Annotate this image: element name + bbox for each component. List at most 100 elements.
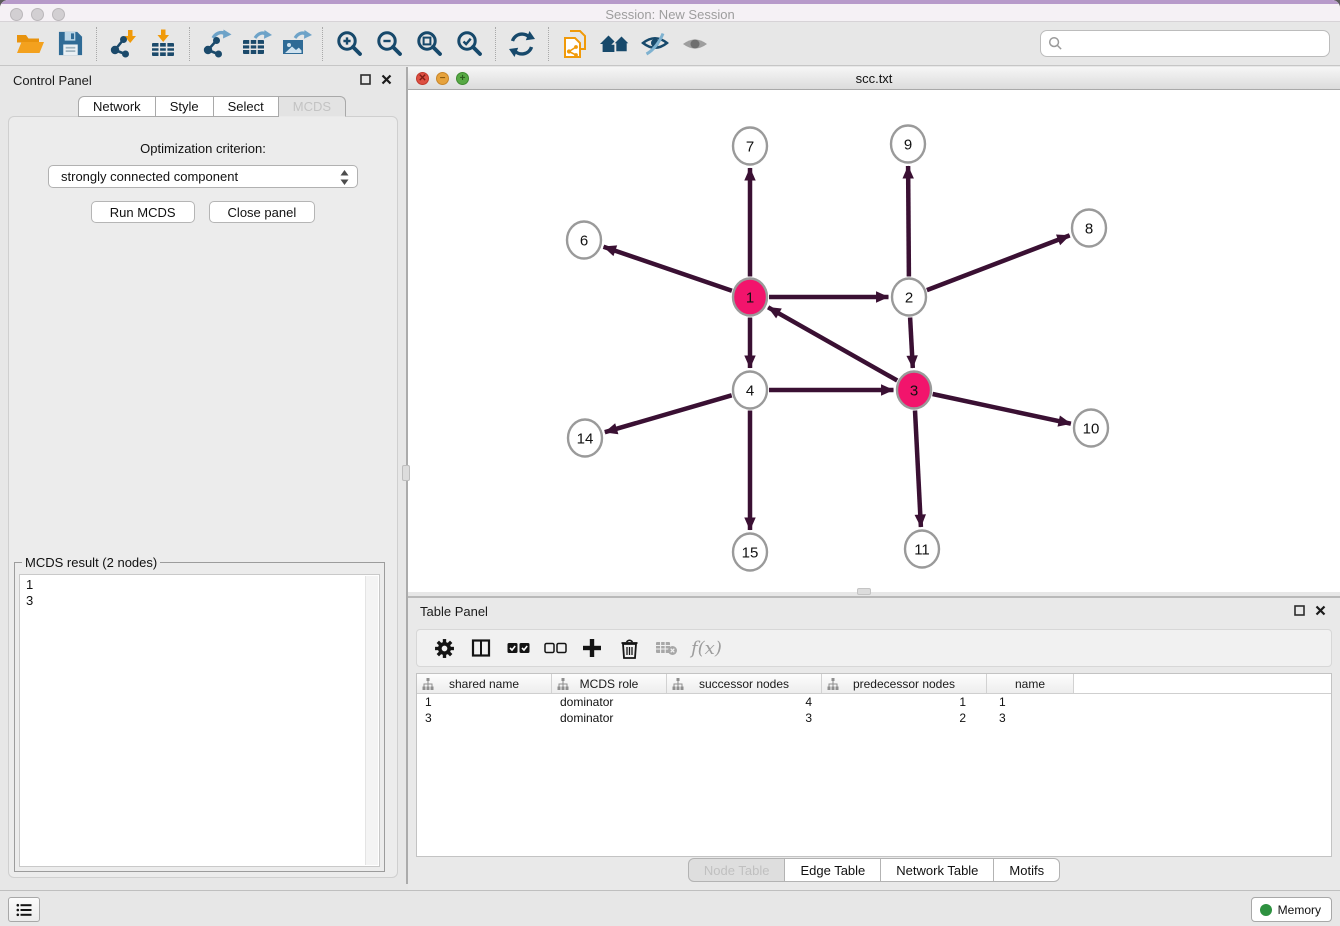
view-splitter-handle[interactable]	[857, 588, 871, 595]
node-15[interactable]: 15	[733, 534, 767, 571]
edge-3-1[interactable]	[768, 307, 897, 380]
add-column-button[interactable]	[578, 634, 606, 662]
table-settings-button[interactable]	[430, 634, 458, 662]
column-header-predecessor-nodes[interactable]: predecessor nodes	[822, 674, 987, 693]
node-2[interactable]: 2	[892, 279, 926, 316]
node-10[interactable]: 10	[1074, 410, 1108, 447]
node-8[interactable]: 8	[1072, 210, 1106, 247]
function-builder-button[interactable]: f(x)	[689, 638, 722, 659]
select-all-columns-button[interactable]	[504, 634, 532, 662]
table-cell: 1	[417, 694, 552, 710]
export-network-button[interactable]	[196, 26, 236, 62]
node-4[interactable]: 4	[733, 372, 767, 409]
network-canvas[interactable]: 1 2 3 4 6 7 8 9 10 11 14 15	[408, 90, 1340, 592]
table-cell: 2	[822, 710, 987, 726]
column-header-shared-name[interactable]: shared name	[417, 674, 552, 693]
delete-table-button[interactable]	[652, 634, 680, 662]
table-panel-tabs: Node TableEdge TableNetwork TableMotifs	[408, 858, 1340, 882]
svg-text:10: 10	[1083, 421, 1100, 438]
export-network-icon	[200, 29, 232, 59]
export-table-icon	[240, 29, 272, 59]
svg-text:9: 9	[904, 137, 912, 154]
result-scrollbar[interactable]	[365, 576, 378, 865]
edge-4-14[interactable]	[605, 395, 732, 432]
tab-mcds[interactable]: MCDS	[279, 96, 346, 117]
node-11[interactable]: 11	[905, 531, 939, 568]
table-row[interactable]: 3dominator323	[417, 710, 1331, 726]
svg-text:3: 3	[910, 383, 918, 400]
refresh-network-button[interactable]	[502, 26, 542, 62]
zoom-out-button[interactable]	[369, 26, 409, 62]
memory-button[interactable]: Memory	[1251, 897, 1332, 922]
import-network-button[interactable]	[103, 26, 143, 62]
import-table-button[interactable]	[143, 26, 183, 62]
hide-panel-button[interactable]	[635, 26, 675, 62]
column-header-MCDS-role[interactable]: MCDS role	[552, 674, 667, 693]
node-3[interactable]: 3	[897, 372, 931, 409]
tab-edge-table[interactable]: Edge Table	[785, 858, 881, 882]
close-panel-icon[interactable]	[381, 74, 392, 85]
column-header-name[interactable]: name	[987, 674, 1074, 693]
zoom-fit-button[interactable]	[409, 26, 449, 62]
close-panel-icon[interactable]	[1315, 605, 1326, 616]
deselect-all-columns-button[interactable]	[541, 634, 569, 662]
node-1[interactable]: 1	[733, 279, 767, 316]
table-cell: dominator	[552, 694, 667, 710]
status-bar: Memory	[0, 890, 1340, 926]
refresh-icon	[508, 30, 536, 58]
table-row[interactable]: 1dominator411	[417, 694, 1331, 710]
node-6[interactable]: 6	[567, 222, 601, 259]
table-panel-title: Table Panel	[420, 604, 488, 619]
select-stepper-icon	[339, 169, 350, 186]
checked-boxes-icon	[507, 642, 530, 654]
home-networks-button[interactable]	[595, 26, 635, 62]
memory-status-dot	[1260, 904, 1272, 916]
columns-icon	[471, 638, 491, 658]
search-icon	[1048, 36, 1063, 51]
save-session-button[interactable]	[50, 26, 90, 62]
task-history-button[interactable]	[8, 897, 40, 922]
tab-motifs[interactable]: Motifs	[994, 858, 1060, 882]
duplicate-network-button[interactable]	[555, 26, 595, 62]
node-table-body: 1dominator4113dominator323	[417, 694, 1331, 726]
open-session-button[interactable]	[10, 26, 50, 62]
panel-splitter-handle[interactable]	[402, 465, 410, 481]
edge-1-6[interactable]	[604, 247, 732, 291]
search-field[interactable]	[1040, 30, 1330, 57]
show-columns-button[interactable]	[467, 634, 495, 662]
close-panel-button[interactable]: Close panel	[209, 201, 316, 223]
edge-2-9[interactable]	[908, 166, 909, 277]
zoom-in-button[interactable]	[329, 26, 369, 62]
export-table-button[interactable]	[236, 26, 276, 62]
import-table-icon	[148, 29, 178, 59]
search-input[interactable]	[1063, 31, 1329, 56]
mcds-result-text[interactable]: 1 3	[19, 574, 380, 867]
edge-3-11[interactable]	[915, 411, 921, 528]
zoom-selected-button[interactable]	[449, 26, 489, 62]
node-table: shared nameMCDS rolesuccessor nodesprede…	[416, 673, 1332, 857]
tab-style[interactable]: Style	[156, 96, 214, 117]
eye-icon	[680, 33, 710, 55]
export-image-button[interactable]	[276, 26, 316, 62]
tab-node-table[interactable]: Node Table	[688, 858, 786, 882]
table-cell: 1	[987, 694, 1074, 710]
node-9[interactable]: 9	[891, 126, 925, 163]
node-7[interactable]: 7	[733, 128, 767, 165]
optimization-criterion-select[interactable]: strongly connected component	[48, 165, 358, 188]
edge-3-10[interactable]	[933, 394, 1071, 424]
houses-icon	[598, 31, 632, 57]
tab-network[interactable]: Network	[78, 96, 156, 117]
float-panel-icon[interactable]	[1294, 605, 1305, 616]
column-header-successor-nodes[interactable]: successor nodes	[667, 674, 822, 693]
network-window-titlebar[interactable]: ✕ − + scc.txt	[408, 67, 1340, 90]
edge-2-3[interactable]	[910, 318, 913, 369]
run-mcds-button[interactable]: Run MCDS	[91, 201, 195, 223]
edge-2-8[interactable]	[927, 235, 1070, 290]
tab-select[interactable]: Select	[214, 96, 279, 117]
show-panel-button[interactable]	[675, 26, 715, 62]
float-panel-icon[interactable]	[360, 74, 371, 85]
table-cell: 3	[417, 710, 552, 726]
node-14[interactable]: 14	[568, 420, 602, 457]
tab-network-table[interactable]: Network Table	[881, 858, 994, 882]
delete-column-button[interactable]	[615, 634, 643, 662]
